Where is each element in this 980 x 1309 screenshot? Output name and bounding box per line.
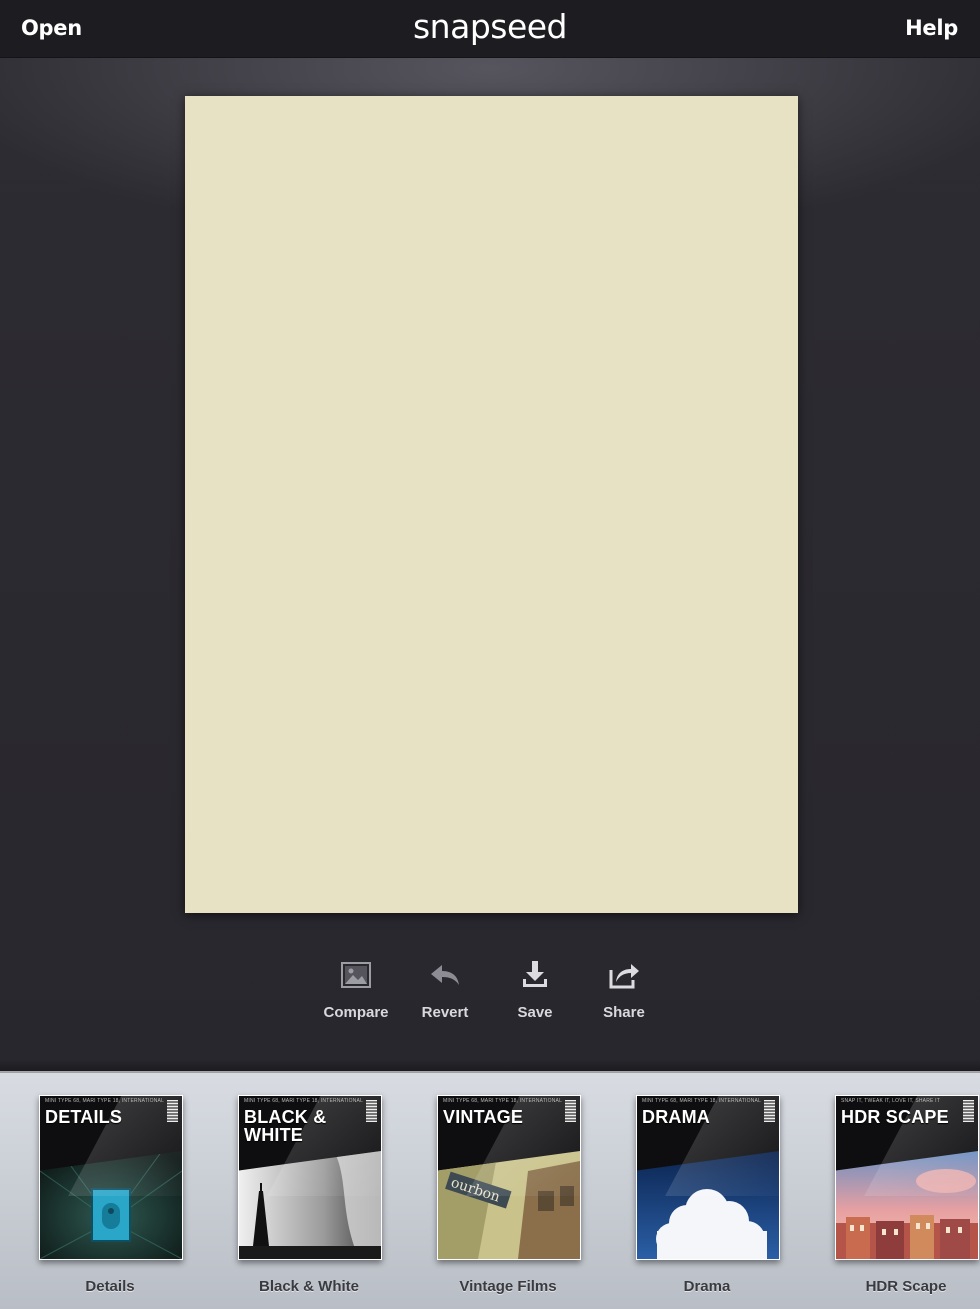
cover-title: HDR SCAPE — [841, 1107, 949, 1127]
barcode-icon — [963, 1100, 974, 1122]
filter-tray: MINI TYPE 68, MARI TYPE 18, INTERNATIONA… — [0, 1059, 980, 1309]
cover-title: DETAILS — [45, 1107, 123, 1127]
share-icon — [609, 964, 639, 989]
save-label: Save — [517, 1004, 553, 1021]
filter-cover-details: MINI TYPE 68, MARI TYPE 18, INTERNATIONA… — [39, 1095, 183, 1260]
revert-button[interactable]: Revert — [400, 958, 490, 1021]
cover-tagline: MINI TYPE 68, MARI TYPE 18, INTERNATIONA… — [45, 1098, 165, 1104]
filter-black-white[interactable]: MINI TYPE 68, MARI TYPE 18, INTERNATIONA… — [238, 1095, 382, 1295]
filter-details[interactable]: MINI TYPE 68, MARI TYPE 18, INTERNATIONA… — [39, 1095, 183, 1295]
cover-tagline: MINI TYPE 68, MARI TYPE 18, INTERNATIONA… — [244, 1098, 364, 1104]
compare-image-icon — [341, 962, 371, 988]
filter-label: HDR Scape — [865, 1278, 947, 1295]
filter-label: Vintage Films — [459, 1278, 557, 1295]
app-logo: snapseed — [412, 7, 568, 46]
photo-canvas[interactable] — [185, 96, 798, 913]
barcode-icon — [366, 1100, 377, 1122]
barcode-icon — [167, 1100, 178, 1122]
barcode-icon — [764, 1100, 775, 1122]
barcode-icon — [565, 1100, 576, 1122]
cover-title: DRAMA — [642, 1107, 710, 1127]
filter-cover-hdr-scape: SNAP IT, TWEAK IT, LOVE IT, SHARE IT HDR… — [835, 1095, 979, 1260]
revert-arrow-icon — [431, 965, 459, 985]
revert-label: Revert — [421, 1004, 469, 1021]
filter-cover-drama: MINI TYPE 68, MARI TYPE 18, INTERNATIONA… — [636, 1095, 780, 1260]
filter-hdr-scape[interactable]: SNAP IT, TWEAK IT, LOVE IT, SHARE IT HDR… — [835, 1095, 979, 1295]
compare-button[interactable]: Compare — [311, 958, 401, 1021]
cover-tagline: MINI TYPE 68, MARI TYPE 18, INTERNATIONA… — [443, 1098, 563, 1104]
top-bar: Open snapseed Help — [0, 0, 980, 58]
action-toolbar: Compare Revert Save Share — [310, 958, 670, 1038]
cover-title: VINTAGE — [443, 1107, 524, 1127]
compare-label: Compare — [323, 1004, 389, 1021]
filter-cover-black-white: MINI TYPE 68, MARI TYPE 18, INTERNATIONA… — [238, 1095, 382, 1260]
download-icon — [523, 961, 547, 987]
cover-tagline: SNAP IT, TWEAK IT, LOVE IT, SHARE IT — [841, 1098, 940, 1104]
filter-label: Drama — [683, 1278, 731, 1295]
save-button[interactable]: Save — [490, 958, 580, 1021]
work-area: Compare Revert Save Share — [0, 58, 980, 1071]
help-button[interactable]: Help — [905, 16, 958, 40]
filter-cover-vintage: ourbon MINI TYPE 68, MARI TYPE 18, INTER… — [437, 1095, 581, 1260]
cover-tagline: MINI TYPE 68, MARI TYPE 18, INTERNATIONA… — [642, 1098, 762, 1104]
filter-label: Black & White — [258, 1278, 360, 1295]
share-button[interactable]: Share — [579, 958, 669, 1021]
cover-title: BLACK & WHITE — [244, 1107, 327, 1145]
filter-drama[interactable]: MINI TYPE 68, MARI TYPE 18, INTERNATIONA… — [636, 1095, 780, 1295]
filter-label: Details — [85, 1278, 135, 1295]
filter-vintage[interactable]: ourbon MINI TYPE 68, MARI TYPE 18, INTER… — [437, 1095, 581, 1295]
share-label: Share — [603, 1004, 645, 1021]
